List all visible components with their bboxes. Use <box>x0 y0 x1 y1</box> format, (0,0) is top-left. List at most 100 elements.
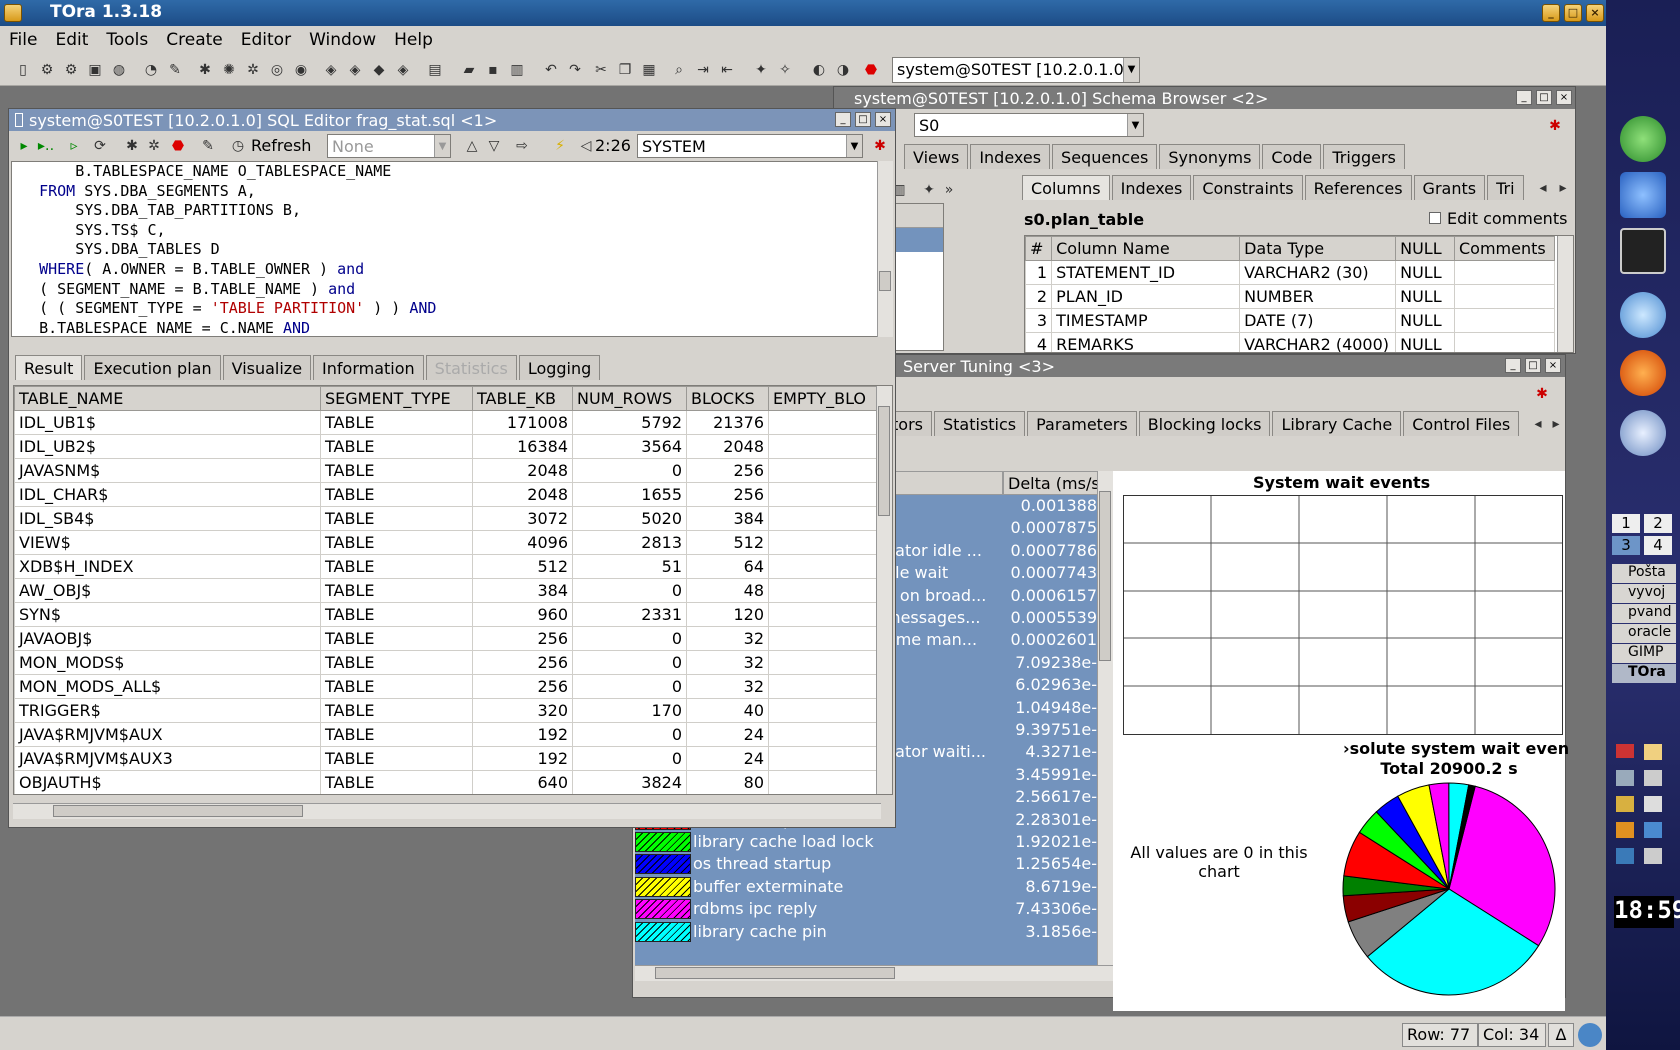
chevron-down-icon[interactable]: ▼ <box>846 135 862 157</box>
minimize-icon[interactable]: _ <box>835 112 851 127</box>
taskbar-item[interactable]: TOra <box>1612 664 1676 683</box>
table-row[interactable]: MON_MODS$ TABLE 256 0 32 <box>14 650 884 675</box>
tool-icon-1[interactable]: ✱ <box>196 61 214 79</box>
redo-icon[interactable]: ↷ <box>566 61 584 79</box>
table-row[interactable]: 3 TIMESTAMP DATE (7) NULL <box>1025 308 1555 333</box>
tab-columns[interactable]: Columns <box>1022 175 1110 200</box>
more-icon[interactable]: » <box>940 181 958 199</box>
maximize-icon[interactable]: □ <box>1525 358 1541 373</box>
connect-icon[interactable]: ⚙ <box>38 61 56 79</box>
new-file-icon[interactable]: ▯ <box>14 61 32 79</box>
tab-logging[interactable]: Logging <box>518 355 601 380</box>
desktop-1[interactable]: 1 <box>1612 514 1640 533</box>
vertical-scrollbar[interactable] <box>1097 471 1113 965</box>
horizontal-scrollbar[interactable] <box>13 803 881 819</box>
sql-editor-titlebar[interactable]: system@S0TEST [10.2.0.1.0] SQL Editor fr… <box>9 109 895 131</box>
list-item[interactable]: os thread startup 1.25654e- <box>635 853 1097 875</box>
column-header[interactable]: Column Name <box>1051 236 1241 261</box>
name-header[interactable] <box>885 471 1003 495</box>
column-header[interactable]: TABLE_KB <box>472 386 573 411</box>
tray-icon-2[interactable] <box>1644 770 1662 786</box>
app-menu-icon[interactable] <box>4 4 22 22</box>
tab-triggers[interactable]: Triggers <box>1323 144 1405 169</box>
tool-icon-9[interactable]: ◈ <box>394 61 412 79</box>
reload-icon[interactable]: ⟳ <box>91 137 109 155</box>
maximize-icon[interactable]: □ <box>1564 4 1582 22</box>
tool-icon-2[interactable]: ✺ <box>220 61 238 79</box>
cube-icon[interactable] <box>1620 172 1666 218</box>
column-header[interactable]: SEGMENT_TYPE <box>320 386 473 411</box>
back-icon[interactable]: ◁ <box>577 137 595 155</box>
desktop-4[interactable]: 4 <box>1644 536 1672 555</box>
tab-sequences[interactable]: Sequences <box>1052 144 1158 169</box>
commit-icon[interactable]: ◔ <box>142 61 160 79</box>
table-row[interactable]: XDB$H_INDEX TABLE 512 51 64 <box>14 554 884 579</box>
table-row[interactable]: IDL_SB4$ TABLE 3072 5020 384 <box>14 506 884 531</box>
rollback-icon[interactable]: ✎ <box>166 61 184 79</box>
minimize-icon[interactable]: _ <box>1542 4 1560 22</box>
scrollbar-thumb[interactable] <box>655 967 895 979</box>
network-browser-icon[interactable] <box>1620 292 1666 338</box>
connection-combo[interactable]: system@S0TEST [10.2.0.1.0 ▼ <box>892 57 1140 83</box>
close-icon[interactable]: × <box>1556 90 1572 105</box>
settings-icon[interactable]: ✱ <box>1533 385 1551 403</box>
tool-icon-7[interactable]: ◈ <box>346 61 364 79</box>
vertical-scrollbar[interactable] <box>877 161 893 337</box>
copy-icon[interactable]: ❐ <box>616 61 634 79</box>
column-header[interactable]: # <box>1025 236 1053 261</box>
stop-icon[interactable]: ⬣ <box>169 137 187 155</box>
scrollbar-thumb[interactable] <box>878 406 890 516</box>
scroll-left-icon[interactable]: ◂ <box>1534 179 1552 197</box>
table-row[interactable]: OBJAUTH$ TABLE 640 3824 80 <box>14 770 884 794</box>
tray-icon-3[interactable] <box>1616 796 1634 812</box>
download-icon[interactable] <box>1644 822 1662 838</box>
column-header[interactable]: NULL <box>1395 236 1455 261</box>
table-row[interactable]: AW_OBJ$ TABLE 384 0 48 <box>14 578 884 603</box>
outdent-icon[interactable]: ⇤ <box>718 61 736 79</box>
wizard-icon[interactable]: ▤ <box>426 61 444 79</box>
tab-statistics[interactable]: Statistics <box>933 411 1026 436</box>
cut-icon[interactable]: ✂ <box>592 61 610 79</box>
tab-visualize[interactable]: Visualize <box>222 355 312 380</box>
taskbar-item[interactable]: pvand <box>1612 604 1676 623</box>
scroll-right-icon[interactable]: ▸ <box>1554 179 1572 197</box>
tab-indexes[interactable]: Indexes <box>970 144 1051 169</box>
previous-icon[interactable]: △ <box>463 137 481 155</box>
tab-library-cache[interactable]: Library Cache <box>1272 411 1402 436</box>
step-icon[interactable]: ▹ <box>65 137 83 155</box>
schema-browser-titlebar[interactable]: system@S0TEST [10.2.0.1.0] Schema Browse… <box>834 87 1575 109</box>
paste-icon[interactable]: ▦ <box>640 61 658 79</box>
lock-icon[interactable]: ▣ <box>86 61 104 79</box>
delta-header[interactable]: Delta (ms/s <box>1003 471 1100 495</box>
tab-synonyms[interactable]: Synonyms <box>1159 144 1261 169</box>
tab-indexes-detail[interactable]: Indexes <box>1111 175 1192 200</box>
tray-icon-4[interactable] <box>1616 848 1634 864</box>
refresh-combo[interactable]: None ▼ <box>327 134 451 158</box>
table-row[interactable]: VIEW$ TABLE 4096 2813 512 <box>14 530 884 555</box>
table-row[interactable]: JAVASNM$ TABLE 2048 0 256 <box>14 458 884 483</box>
taskbar-item[interactable]: vyvoj <box>1612 584 1676 603</box>
table-row[interactable]: TRIGGER$ TABLE 320 170 40 <box>14 698 884 723</box>
describe-icon[interactable]: ✲ <box>145 137 163 155</box>
menu-help[interactable]: Help <box>385 26 442 50</box>
table-row[interactable]: SYN$ TABLE 960 2331 120 <box>14 602 884 627</box>
scrollbar-thumb[interactable] <box>53 805 303 817</box>
taskbar-item[interactable]: GIMP <box>1612 644 1676 663</box>
tray-icon-5[interactable] <box>1644 848 1662 864</box>
scroll-left-icon[interactable]: ◂ <box>1529 415 1547 433</box>
chevron-down-icon[interactable]: ▼ <box>1123 58 1139 82</box>
edit-comments-checkbox[interactable] <box>1429 212 1441 224</box>
tool-icon-13[interactable]: ◑ <box>834 61 852 79</box>
flag-icon[interactable] <box>1616 744 1634 758</box>
lightbulb-icon[interactable]: ✦ <box>920 181 938 199</box>
tool-icon-6[interactable]: ◈ <box>322 61 340 79</box>
column-header[interactable]: TABLE_NAME <box>14 386 321 411</box>
tab-control-files[interactable]: Control Files <box>1403 411 1520 436</box>
terminal-icon[interactable] <box>1620 228 1666 274</box>
firefox-icon[interactable] <box>1620 350 1666 396</box>
stop-icon[interactable]: ⬣ <box>862 61 880 79</box>
indent-icon[interactable]: ⇥ <box>694 61 712 79</box>
maximize-icon[interactable]: □ <box>1536 90 1552 105</box>
menu-create[interactable]: Create <box>157 26 232 50</box>
table-row[interactable]: IDL_UB2$ TABLE 16384 3564 2048 <box>14 434 884 459</box>
